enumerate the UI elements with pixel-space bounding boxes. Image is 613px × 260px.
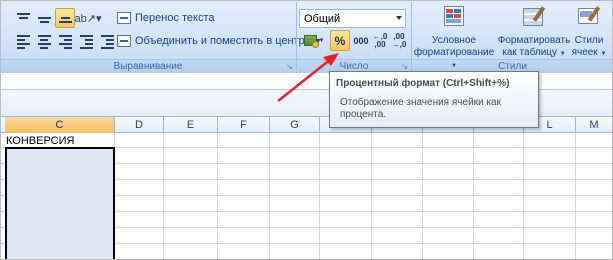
cell-styles-icon — [575, 4, 603, 32]
column-header-e[interactable]: E — [164, 117, 218, 133]
tooltip-description-line2: процента. — [340, 109, 387, 120]
column-gridline — [371, 133, 372, 260]
number-format-select[interactable]: Общий — [299, 9, 406, 28]
percent-format-tooltip: Процентный формат (Ctrl+Shift+%) Отображ… — [329, 71, 539, 128]
column-gridline — [473, 133, 474, 260]
decrease-decimal-button[interactable]: ,00 →,0 — [390, 30, 408, 51]
wrap-text-icon — [117, 12, 131, 24]
align-middle-icon — [37, 13, 51, 23]
percent-format-button[interactable]: % — [330, 30, 350, 51]
chevron-down-icon: ▼ — [600, 51, 607, 57]
cell-styles-label-line1: Стили — [574, 35, 604, 46]
align-bottom-button[interactable] — [55, 8, 75, 28]
column-gridline — [575, 133, 576, 260]
column-header-d[interactable]: D — [115, 117, 164, 133]
conditional-formatting-icon — [440, 4, 468, 32]
column-gridline — [269, 133, 270, 260]
column-header-g[interactable]: G — [270, 117, 320, 133]
increase-decimal-icon: ←,0,00 — [372, 31, 388, 49]
orientation-button[interactable]: ab↗▾ — [74, 8, 102, 28]
currency-icon — [303, 35, 319, 48]
decrease-indent-icon — [79, 35, 93, 49]
number-format-value: Общий — [304, 12, 341, 25]
cell-styles-button[interactable]: Стили ячеек ▼ — [569, 4, 609, 60]
selected-range[interactable] — [5, 147, 115, 260]
tooltip-description-line1: Отображение значения ячейки как — [340, 97, 501, 108]
format-as-table-label-line2: как таблицу ▼ — [502, 47, 566, 58]
column-gridline — [422, 133, 423, 260]
increase-decimal-button[interactable]: ←,0,00 — [371, 30, 389, 51]
cell-c1[interactable]: КОНВЕРСИЯ — [6, 135, 74, 147]
increase-indent-icon — [100, 35, 114, 49]
chevron-down-icon: ▼ — [318, 37, 325, 44]
align-bottom-icon — [58, 13, 72, 23]
align-left-icon — [16, 35, 30, 49]
column-header-f[interactable]: F — [218, 117, 270, 133]
chevron-down-icon: ▼ — [559, 51, 566, 57]
column-header-m[interactable]: M — [576, 117, 613, 133]
merge-center-icon — [117, 35, 131, 47]
chevron-down-icon: ▼ — [451, 63, 457, 69]
column-gridline — [319, 133, 320, 260]
align-right-icon — [58, 35, 72, 49]
thousands-separator-icon: 000 — [353, 35, 369, 46]
worksheet-grid[interactable]: КОНВЕРСИЯ — [0, 133, 613, 260]
alignment-group-label: Выравнивание — [0, 59, 296, 73]
increase-indent-button[interactable] — [97, 32, 117, 52]
merge-center-button[interactable]: Объединить и поместить в центре ▼ — [117, 32, 322, 50]
conditional-formatting-label-line2: форматирование ▼ — [413, 47, 495, 69]
chevron-down-icon — [396, 16, 402, 20]
wrap-text-button[interactable]: Перенос текста — [117, 9, 215, 27]
align-top-icon — [16, 13, 30, 23]
column-gridline — [523, 133, 524, 260]
align-right-button[interactable] — [55, 32, 75, 52]
decrease-decimal-icon: ,00 →,0 — [391, 31, 407, 49]
cell-styles-label-line2: ячеек ▼ — [571, 47, 607, 58]
orientation-icon: ab↗▾ — [74, 12, 102, 25]
wrap-text-label: Перенос текста — [135, 12, 215, 24]
align-left-button[interactable] — [13, 32, 33, 52]
column-gridline — [217, 133, 218, 260]
column-header-c[interactable]: C — [5, 117, 115, 133]
format-as-table-icon — [520, 4, 548, 32]
align-middle-button[interactable] — [34, 8, 54, 28]
column-gridline — [163, 133, 164, 260]
conditional-formatting-label-line1: Условное — [431, 35, 477, 46]
align-center-icon — [37, 35, 51, 49]
conditional-formatting-button[interactable]: Условное форматирование ▼ — [413, 4, 495, 72]
merge-center-label: Объединить и поместить в центре — [135, 35, 311, 47]
thousands-separator-button[interactable]: 000 — [352, 30, 370, 51]
percent-icon: % — [334, 33, 346, 48]
alignment-launcher-icon[interactable]: ↘ — [285, 62, 294, 71]
align-center-button[interactable] — [34, 32, 54, 52]
alignment-group: ab↗▾ Перенос текста Объединить и помести… — [0, 0, 322, 73]
tooltip-description: Отображение значения ячейки как процента… — [336, 97, 532, 121]
decrease-indent-button[interactable] — [76, 32, 96, 52]
ribbon: ab↗▾ Перенос текста Объединить и помести… — [0, 0, 613, 73]
format-as-table-button[interactable]: Форматировать как таблицу ▼ — [498, 4, 570, 60]
currency-format-button[interactable]: ▼ — [302, 30, 326, 51]
number-launcher-icon[interactable]: ↘ — [400, 62, 409, 71]
tooltip-title: Процентный формат (Ctrl+Shift+%) — [336, 78, 510, 89]
format-as-table-label-line1: Форматировать — [497, 35, 571, 46]
align-top-button[interactable] — [13, 8, 33, 28]
